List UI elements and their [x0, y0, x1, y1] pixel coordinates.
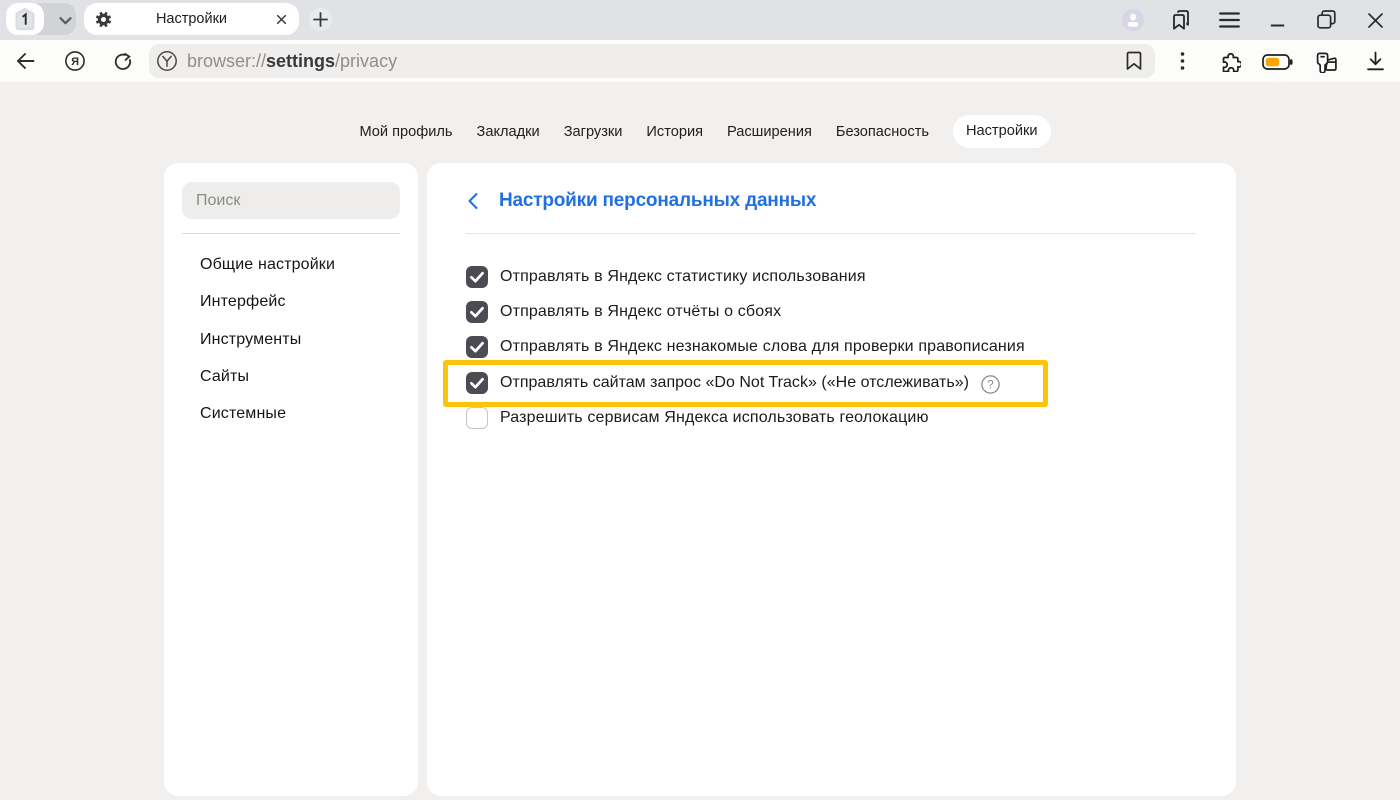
svg-text:?: ?: [987, 380, 993, 392]
